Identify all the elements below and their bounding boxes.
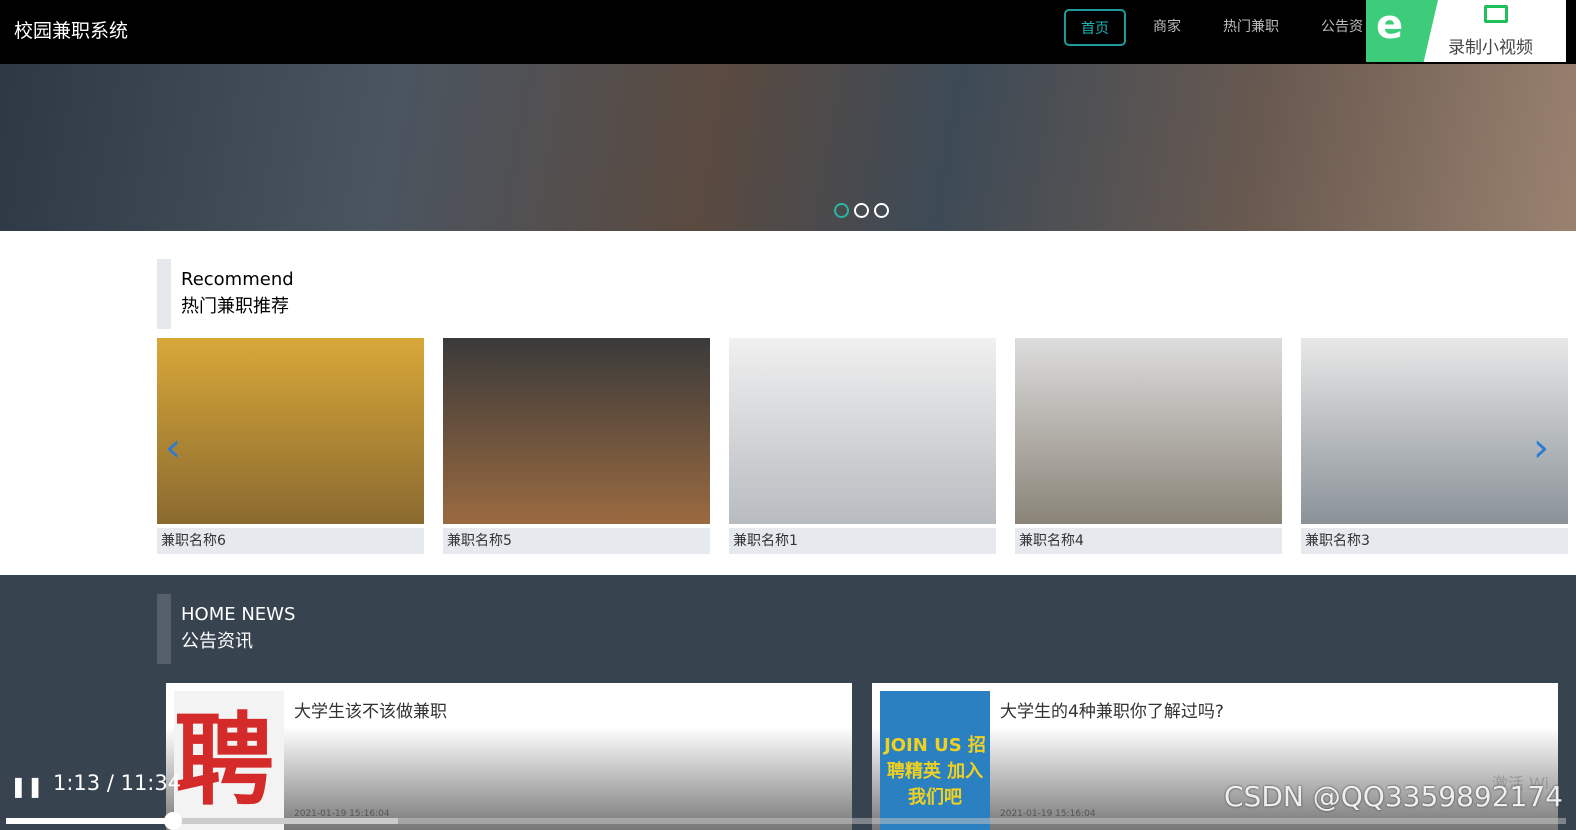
progress-bar[interactable]: [6, 812, 1566, 830]
job-name: 兼职名称1: [729, 528, 996, 554]
nav-menu: 首页 商家 热门兼职 公告资: [1064, 9, 1390, 46]
job-card[interactable]: 兼职名称1: [729, 338, 996, 554]
chevron-left-icon[interactable]: ‹: [165, 425, 181, 471]
progress-handle[interactable]: [163, 812, 182, 830]
nav-hot-jobs[interactable]: 热门兼职: [1208, 9, 1294, 46]
nav-home[interactable]: 首页: [1064, 9, 1126, 46]
news-thumbnail: JOIN US 招聘精英 加入我们吧: [880, 691, 990, 830]
job-image: [1301, 338, 1568, 524]
job-card[interactable]: 兼职名称4: [1015, 338, 1282, 554]
job-cards: 兼职名称6 兼职名称5 兼职名称1 兼职名称4 兼职名称3: [157, 338, 1568, 554]
job-name: 兼职名称4: [1015, 528, 1282, 554]
job-image: [1015, 338, 1282, 524]
news-item[interactable]: 聘 大学生该不该做兼职 2021-01-19 15:16:04: [166, 683, 852, 830]
job-card[interactable]: 兼职名称6: [157, 338, 424, 554]
played-bar: [6, 818, 173, 824]
job-name: 兼职名称3: [1301, 528, 1568, 554]
section-title-cn: 公告资讯: [181, 631, 253, 652]
recommend-header: Recommend 热门兼职推荐: [157, 259, 294, 329]
video-camera-icon: [1484, 5, 1508, 23]
site-title: 校园兼职系统: [14, 20, 129, 42]
chevron-right-icon[interactable]: ›: [1533, 425, 1549, 471]
news-header: HOME NEWS 公告资讯: [157, 594, 295, 664]
section-title-cn: 热门兼职推荐: [181, 296, 289, 317]
watermark: CSDN @QQ3359892174: [1224, 780, 1563, 813]
record-label: 录制小视频: [1448, 38, 1533, 58]
job-card[interactable]: 兼职名称5: [443, 338, 710, 554]
carousel-dots: [834, 203, 889, 218]
job-card[interactable]: 兼职名称3: [1301, 338, 1568, 554]
nav-merchants[interactable]: 商家: [1138, 9, 1196, 46]
banner-carousel[interactable]: [0, 64, 1576, 231]
job-image: [443, 338, 710, 524]
job-name: 兼职名称6: [157, 528, 424, 554]
carousel-dot[interactable]: [834, 203, 849, 218]
top-nav: 校园兼职系统 首页 商家 热门兼职 公告资 e 录制小视频: [0, 0, 1576, 64]
news-thumbnail: 聘: [174, 691, 284, 830]
browser-e-icon: e: [1376, 2, 1404, 48]
news-title[interactable]: 大学生的4种兼职你了解过吗?: [1000, 697, 1224, 722]
carousel-dot[interactable]: [874, 203, 889, 218]
record-video-button[interactable]: e 录制小视频: [1366, 0, 1566, 62]
carousel-dot[interactable]: [854, 203, 869, 218]
pause-icon[interactable]: ❚❚: [10, 774, 44, 798]
job-name: 兼职名称5: [443, 528, 710, 554]
playback-time: 1:13 / 11:34: [53, 771, 182, 795]
section-title-en: Recommend: [181, 269, 294, 290]
section-title-en: HOME NEWS: [181, 604, 296, 625]
news-title[interactable]: 大学生该不该做兼职: [294, 697, 447, 722]
job-image: [729, 338, 996, 524]
job-image: [157, 338, 424, 524]
